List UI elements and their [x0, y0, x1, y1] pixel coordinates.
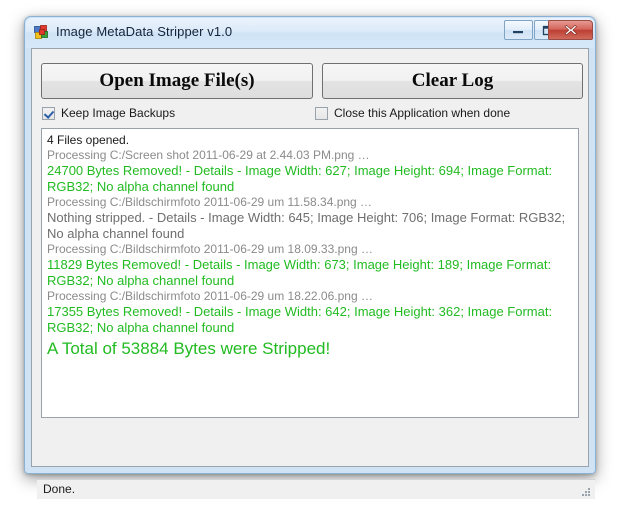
log-line: 4 Files opened.	[47, 133, 130, 147]
application-window: Image MetaData Stripper v1.0 Open Image …	[24, 16, 596, 499]
status-bar: Done.	[37, 479, 595, 499]
log-line: Nothing stripped. - Details - Image Widt…	[47, 210, 566, 241]
close-when-done-label: Close this Application when done	[334, 106, 511, 120]
log-line: Processing C:/Bildschirmfoto 2011-06-29 …	[47, 195, 373, 209]
log-line: Processing C:/Bildschirmfoto 2011-06-29 …	[47, 242, 373, 256]
log-line: 17355 Bytes Removed! - Details - Image W…	[47, 304, 553, 335]
keep-image-backups-checkbox-row[interactable]: Keep Image Backups	[42, 104, 175, 122]
title-bar[interactable]: Image MetaData Stripper v1.0	[26, 18, 594, 48]
log-line: Processing C:/Screen shot 2011-06-29 at …	[47, 148, 370, 162]
open-image-files-button[interactable]: Open Image File(s)	[41, 63, 313, 99]
log-line: 24700 Bytes Removed! - Details - Image W…	[47, 163, 553, 194]
window-title: Image MetaData Stripper v1.0	[56, 24, 233, 39]
clear-log-button[interactable]: Clear Log	[322, 63, 583, 99]
close-icon	[549, 21, 592, 39]
minimize-icon	[505, 21, 532, 39]
close-when-done-checkbox[interactable]	[315, 106, 328, 120]
close-button[interactable]	[548, 20, 593, 40]
log-line: 11829 Bytes Removed! - Details - Image W…	[47, 257, 552, 288]
keep-image-backups-label: Keep Image Backups	[61, 106, 176, 120]
minimize-button[interactable]	[504, 20, 533, 40]
window-inner-frame: Image MetaData Stripper v1.0 Open Image …	[26, 18, 595, 499]
keep-image-backups-checkbox[interactable]	[42, 106, 55, 120]
app-blocks-icon	[34, 25, 50, 41]
log-output-area[interactable]: 4 Files opened. Processing C:/Screen shot…	[41, 128, 579, 418]
log-line: Processing C:/Bildschirmfoto 2011-06-29 …	[47, 289, 373, 303]
resize-grip-icon[interactable]	[580, 485, 592, 497]
close-when-done-checkbox-row[interactable]: Close this Application when done	[315, 104, 510, 122]
status-text: Done.	[43, 482, 76, 496]
log-line: A Total of 53884 Bytes were Stripped!	[47, 339, 331, 358]
client-area: Open Image File(s) Clear Log Keep Image …	[31, 48, 595, 499]
